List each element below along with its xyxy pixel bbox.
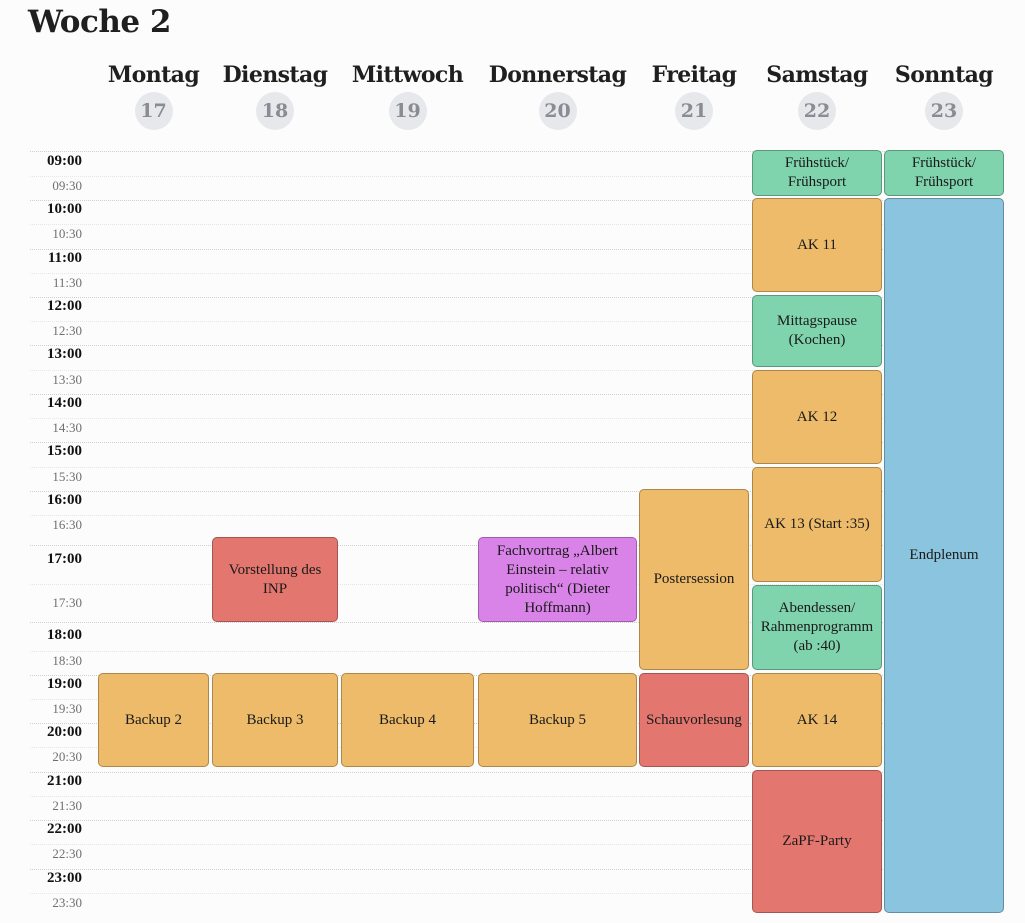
event-vorstellung-inp[interactable]: Vorstellung des INP bbox=[212, 537, 338, 622]
time-label: 23:00 bbox=[47, 870, 82, 886]
event-ak-14[interactable]: AK 14 bbox=[752, 673, 882, 767]
event-ak-12[interactable]: AK 12 bbox=[752, 370, 882, 464]
event-sonntag-fruehstueck[interactable]: Frühstück/ Frühsport bbox=[884, 150, 1004, 196]
day-date-badge: 18 bbox=[256, 92, 294, 130]
time-label: 17:00 bbox=[47, 551, 82, 567]
event-abendessen[interactable]: Abendessen/ Rahmenprogramm (ab :40) bbox=[752, 585, 882, 670]
time-label: 18:30 bbox=[52, 653, 82, 668]
time-label: 12:00 bbox=[47, 298, 82, 314]
event-backup-4[interactable]: Backup 4 bbox=[341, 673, 474, 767]
day-date-badge: 19 bbox=[388, 92, 427, 130]
time-label: 13:30 bbox=[52, 372, 82, 387]
time-label: 16:30 bbox=[52, 517, 82, 532]
day-header-sonntag: Sonntag 23 bbox=[884, 62, 1004, 130]
day-date-badge: 23 bbox=[925, 92, 963, 130]
time-label: 10:30 bbox=[52, 226, 82, 241]
time-label: 09:30 bbox=[52, 178, 82, 193]
time-label: 19:30 bbox=[52, 701, 82, 716]
time-label: 21:00 bbox=[47, 773, 82, 789]
event-endplenum[interactable]: Endplenum bbox=[884, 198, 1004, 913]
time-label: 11:00 bbox=[47, 250, 82, 266]
event-backup-5[interactable]: Backup 5 bbox=[478, 673, 637, 767]
day-name: Montag bbox=[107, 62, 200, 88]
day-header-montag: Montag 17 bbox=[98, 62, 209, 130]
day-name: Donnerstag bbox=[488, 62, 627, 88]
time-label: 15:00 bbox=[47, 443, 82, 459]
day-name: Sonntag bbox=[894, 62, 994, 88]
time-label: 13:00 bbox=[47, 346, 82, 362]
time-label: 20:30 bbox=[52, 749, 82, 764]
day-header-freitag: Freitag 21 bbox=[639, 62, 749, 130]
day-header-mittwoch: Mittwoch 19 bbox=[341, 62, 474, 130]
event-samstag-fruehstueck[interactable]: Frühstück/ Frühsport bbox=[752, 150, 882, 196]
day-header-samstag: Samstag 22 bbox=[752, 62, 882, 130]
day-date-badge: 22 bbox=[798, 92, 836, 130]
time-label: 14:30 bbox=[52, 420, 82, 435]
event-schauvorlesung[interactable]: Schauvorlesung bbox=[639, 673, 749, 767]
time-label: 16:00 bbox=[47, 492, 82, 508]
day-header-dienstag: Dienstag 18 bbox=[212, 62, 338, 130]
time-label: 11:30 bbox=[52, 275, 82, 290]
event-fachvortrag[interactable]: Fachvortrag „Albert Einstein – relativ p… bbox=[478, 537, 637, 622]
time-label: 09:00 bbox=[47, 153, 82, 169]
time-label: 20:00 bbox=[47, 724, 82, 740]
day-name: Freitag bbox=[651, 62, 737, 88]
event-backup-2[interactable]: Backup 2 bbox=[98, 673, 209, 767]
time-label: 17:30 bbox=[52, 595, 82, 610]
time-label: 23:30 bbox=[52, 895, 82, 910]
day-date-badge: 20 bbox=[538, 92, 577, 130]
day-name: Dienstag bbox=[222, 62, 328, 88]
event-postersession[interactable]: Postersession bbox=[639, 489, 749, 670]
time-label: 22:30 bbox=[52, 846, 82, 861]
event-mittagspause[interactable]: Mittagspause (Kochen) bbox=[752, 295, 882, 367]
event-ak-11[interactable]: AK 11 bbox=[752, 198, 882, 292]
event-backup-3[interactable]: Backup 3 bbox=[212, 673, 338, 767]
time-label: 19:00 bbox=[47, 676, 82, 692]
time-label: 18:00 bbox=[47, 627, 82, 643]
day-name: Mittwoch bbox=[351, 62, 464, 88]
time-label: 22:00 bbox=[47, 821, 82, 837]
day-date-badge: 21 bbox=[675, 92, 713, 130]
page-title: Woche 2 bbox=[28, 4, 171, 40]
event-zapf-party[interactable]: ZaPF-Party bbox=[752, 770, 882, 913]
event-ak-13[interactable]: AK 13 (Start :35) bbox=[752, 467, 882, 582]
time-label: 14:00 bbox=[47, 395, 82, 411]
time-label: 21:30 bbox=[52, 798, 82, 813]
day-name: Samstag bbox=[766, 62, 868, 88]
time-label: 12:30 bbox=[52, 323, 82, 338]
day-date-badge: 17 bbox=[134, 92, 173, 130]
day-header-donnerstag: Donnerstag 20 bbox=[478, 62, 637, 130]
time-label: 10:00 bbox=[47, 201, 82, 217]
time-label: 15:30 bbox=[52, 469, 82, 484]
